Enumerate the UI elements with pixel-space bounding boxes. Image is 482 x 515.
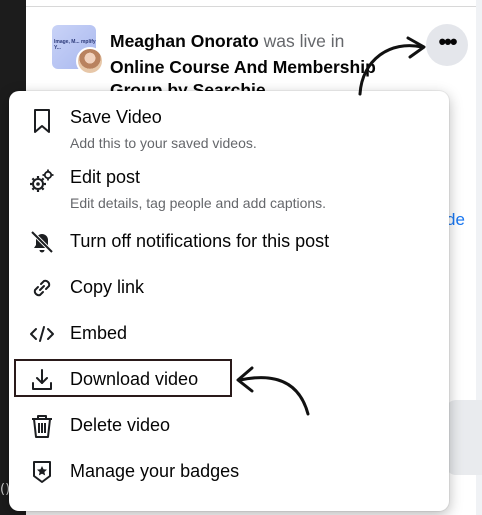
bell-off-icon	[28, 228, 56, 256]
badge-icon	[28, 458, 56, 486]
more-options-button[interactable]: •••	[426, 24, 468, 66]
menu-item-manage-badges[interactable]: Manage your badges	[9, 454, 449, 490]
link-icon	[28, 274, 56, 302]
menu-item-description: Add this to your saved videos.	[70, 135, 257, 151]
menu-item-delete-video[interactable]: Delete video	[9, 408, 449, 444]
gears-icon	[28, 167, 56, 195]
post-options-menu: Save Video Add this to your saved videos…	[9, 91, 449, 511]
menu-item-label: Turn off notifications for this post	[70, 231, 330, 251]
code-icon	[28, 320, 56, 348]
download-highlight-box	[14, 359, 232, 397]
side-panel	[446, 400, 482, 475]
menu-item-label: Delete video	[70, 415, 171, 435]
post-header: Meaghan Onorato was live in	[110, 31, 344, 52]
group-name-line1[interactable]: Online Course And Membership	[110, 57, 376, 78]
menu-item-notifications[interactable]: Turn off notifications for this post	[9, 224, 449, 260]
menu-item-label: Edit post	[70, 167, 141, 187]
author-name[interactable]: Meaghan Onorato	[110, 31, 259, 51]
menu-item-label: Embed	[70, 323, 128, 343]
menu-item-label: Manage your badges	[70, 461, 240, 481]
menu-item-save-video[interactable]: Save Video Add this to your saved videos…	[9, 101, 449, 159]
bookmark-icon	[28, 107, 56, 135]
menu-item-description: Edit details, tag people and add caption…	[70, 195, 327, 211]
more-dots-icon: •••	[438, 28, 457, 54]
menu-item-edit-post[interactable]: Edit post Edit details, tag people and a…	[9, 161, 449, 219]
menu-item-label: Copy link	[70, 277, 145, 297]
divider	[26, 6, 476, 7]
post-action-text: was live in	[263, 31, 345, 51]
menu-item-label: Save Video	[70, 107, 162, 127]
menu-item-copy-link[interactable]: Copy link	[9, 270, 449, 306]
trash-icon	[28, 412, 56, 440]
avatar[interactable]	[76, 47, 104, 75]
menu-item-embed[interactable]: Embed	[9, 316, 449, 352]
